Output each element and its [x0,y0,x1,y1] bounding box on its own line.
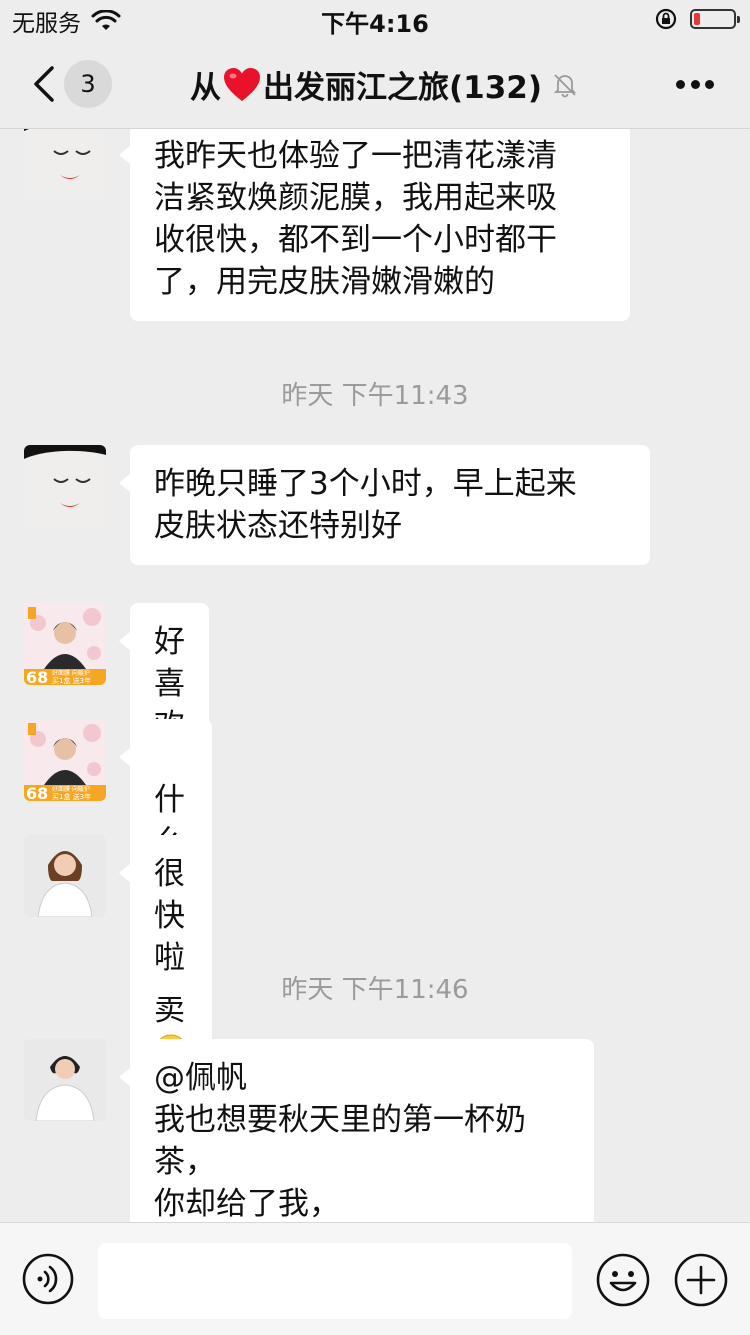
more-dots-icon[interactable] [676,80,714,90]
battery-icon [690,9,740,29]
timestamp: 昨天 下午11:46 [281,975,469,1005]
promo-caption: 好面膜 向暖护 [52,785,90,793]
rotation-lock-icon [655,8,677,30]
promo-price: 68 [26,668,48,685]
avatar-mask-face[interactable] [24,445,106,527]
status-bar: 无服务 下午4:16 [0,0,750,40]
status-time: 下午4:16 [321,10,429,38]
plus-icon[interactable] [674,1253,728,1307]
avatar-promo-68[interactable]: 68 好面膜 向暖护 买1盒 送3年 [24,719,106,801]
timestamp: 昨天 下午11:43 [281,381,469,411]
message-bubble[interactable]: @佩帆 我也想要秋天里的第一杯奶 茶， 你却给了我， [119,1039,594,1222]
message-input[interactable] [98,1243,572,1319]
chat-title-suffix: 出发丽江之旅(132) [263,70,543,106]
avatar-woman-white[interactable] [24,1039,106,1121]
promo-caption: 买1盒 送3年 [52,792,91,801]
voice-icon[interactable] [22,1253,74,1305]
bell-muted-icon [553,73,577,97]
status-right [654,7,740,31]
input-bar [0,1222,750,1335]
promo-caption: 买1盒 送3年 [52,676,91,685]
battery-level [694,13,700,25]
promo-price: 68 [26,784,48,801]
avatar-woman-white[interactable] [24,835,106,917]
promo-caption: 好面膜 向暖护 [52,669,90,677]
message-list[interactable]: 我昨天也体验了一把清花漾清 洁紧致焕颜泥膜，我用起来吸 收很快，都不到一个小时都… [0,129,750,1222]
chat-title[interactable]: 从 出发丽江之旅(132) [190,62,578,107]
chevron-left-icon[interactable] [26,62,66,106]
avatar-promo-68[interactable]: 68 好面膜 向暖护 买1盒 送3年 [24,603,106,685]
chat-title-prefix: 从 [190,70,221,106]
red-heart-icon [224,67,260,101]
smile-icon[interactable] [596,1253,650,1307]
message-bubble[interactable]: 昨晚只睡了3个小时，早上起来 皮肤状态还特别好 [119,445,650,565]
avatar-mask-face[interactable] [24,129,106,199]
unread-count-badge[interactable]: 3 [64,60,112,108]
chat-header: 3 从 出发丽江之旅(132) [0,40,750,129]
message-bubble[interactable]: 我昨天也体验了一把清花漾清 洁紧致焕颜泥膜，我用起来吸 收很快，都不到一个小时都… [119,129,630,321]
